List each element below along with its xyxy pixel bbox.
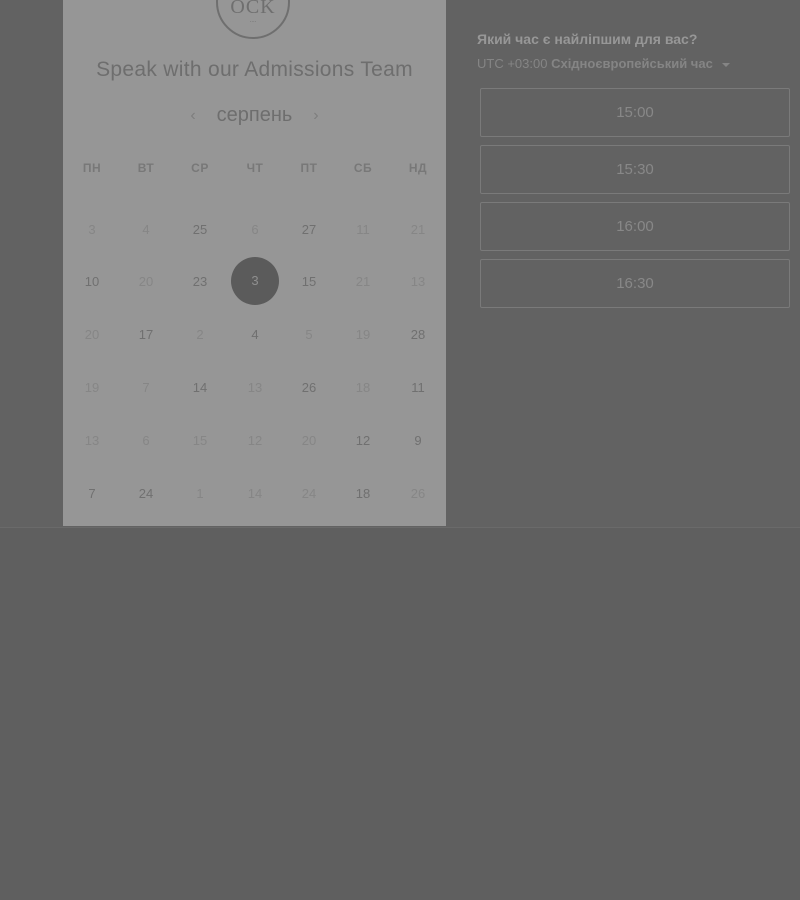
weekday-sun: НД xyxy=(408,161,428,175)
calendar-day[interactable]: 21 xyxy=(395,207,441,253)
calendar-day[interactable]: 11 xyxy=(395,365,441,411)
calendar-day[interactable]: 18 xyxy=(340,365,386,411)
time-slot-button[interactable]: 15:00 xyxy=(480,88,790,137)
school-logo: OCK .... xyxy=(216,0,290,39)
calendar-day[interactable]: 25 xyxy=(177,207,223,253)
month-navigation: ‹ серпень › xyxy=(63,104,446,130)
calendar-day[interactable]: 2 xyxy=(177,312,223,358)
weekday-tue: ВТ xyxy=(137,161,155,175)
weekday-thu: ЧТ xyxy=(246,161,264,175)
calendar-day[interactable]: 15 xyxy=(286,259,332,305)
calendar-day[interactable]: 6 xyxy=(123,418,169,464)
calendar-day[interactable]: 26 xyxy=(286,365,332,411)
weekday-sat: СБ xyxy=(353,161,373,175)
calendar-day[interactable]: 15 xyxy=(177,418,223,464)
calendar-day[interactable]: 13 xyxy=(69,418,115,464)
calendar-day[interactable]: 11 xyxy=(340,207,386,253)
weekday-header: ПН ВТ СР ЧТ ПТ СБ НД xyxy=(63,161,446,179)
caret-down-icon xyxy=(722,62,731,67)
calendar-day[interactable]: 7 xyxy=(123,365,169,411)
page: OCK .... Speak with our Admissions Team … xyxy=(0,0,800,900)
calendar-day[interactable]: 9 xyxy=(395,418,441,464)
logo-subtext: .... xyxy=(249,18,257,24)
calendar-day[interactable]: 26 xyxy=(395,471,441,517)
timezone-offset: UTC +03:00 xyxy=(477,56,548,71)
selected-day[interactable]: 3 xyxy=(231,257,279,305)
calendar-day[interactable]: 19 xyxy=(340,312,386,358)
calendar-day[interactable]: 17 xyxy=(123,312,169,358)
time-heading: Який час є найліпшим для вас? xyxy=(477,31,698,47)
calendar-day[interactable]: 12 xyxy=(340,418,386,464)
calendar-day[interactable]: 19 xyxy=(69,365,115,411)
calendar-day[interactable]: 14 xyxy=(177,365,223,411)
calendar-day[interactable]: 20 xyxy=(286,418,332,464)
calendar-day[interactable]: 12 xyxy=(232,418,278,464)
calendar-day[interactable]: 27 xyxy=(286,207,332,253)
timezone-name: Східноєвропейський час xyxy=(551,56,713,71)
calendar-day[interactable]: 24 xyxy=(286,471,332,517)
calendar-day[interactable]: 24 xyxy=(123,471,169,517)
next-month-icon[interactable]: › xyxy=(304,107,328,125)
timezone-dropdown[interactable]: UTC +03:00 Східноєвропейський час xyxy=(477,56,731,71)
calendar-day[interactable]: 5 xyxy=(286,312,332,358)
time-slot-button[interactable]: 16:00 xyxy=(480,202,790,251)
prev-month-icon[interactable]: ‹ xyxy=(181,107,205,125)
booking-widget: OCK .... Speak with our Admissions Team … xyxy=(0,0,800,528)
calendar-day[interactable]: 4 xyxy=(123,207,169,253)
calendar-day[interactable]: 23 xyxy=(177,259,223,305)
calendar-day[interactable]: 13 xyxy=(232,365,278,411)
calendar-day[interactable]: 14 xyxy=(232,471,278,517)
calendar-day[interactable]: 28 xyxy=(395,312,441,358)
month-label: серпень xyxy=(216,104,293,127)
calendar-day[interactable]: 4 xyxy=(232,312,278,358)
calendar-day[interactable]: 7 xyxy=(69,471,115,517)
weekday-wed: СР xyxy=(191,161,209,175)
calendar-day[interactable]: 20 xyxy=(69,312,115,358)
logo-text: OCK xyxy=(230,0,276,18)
time-slot-button[interactable]: 16:30 xyxy=(480,259,790,308)
weekday-mon: ПН xyxy=(82,161,102,175)
calendar-day[interactable]: 21 xyxy=(340,259,386,305)
calendar-day[interactable]: 1 xyxy=(177,471,223,517)
calendar-day[interactable]: 13 xyxy=(395,259,441,305)
calendar-day[interactable]: 10 xyxy=(69,259,115,305)
weekday-fri: ПТ xyxy=(300,161,318,175)
calendar-day[interactable]: 20 xyxy=(123,259,169,305)
calendar-day[interactable]: 18 xyxy=(340,471,386,517)
calendar-day[interactable]: 6 xyxy=(232,207,278,253)
time-slot-button[interactable]: 15:30 xyxy=(480,145,790,194)
page-title: Speak with our Admissions Team xyxy=(96,58,413,81)
calendar-panel: OCK .... Speak with our Admissions Team … xyxy=(63,0,446,526)
calendar-day[interactable]: 3 xyxy=(69,207,115,253)
